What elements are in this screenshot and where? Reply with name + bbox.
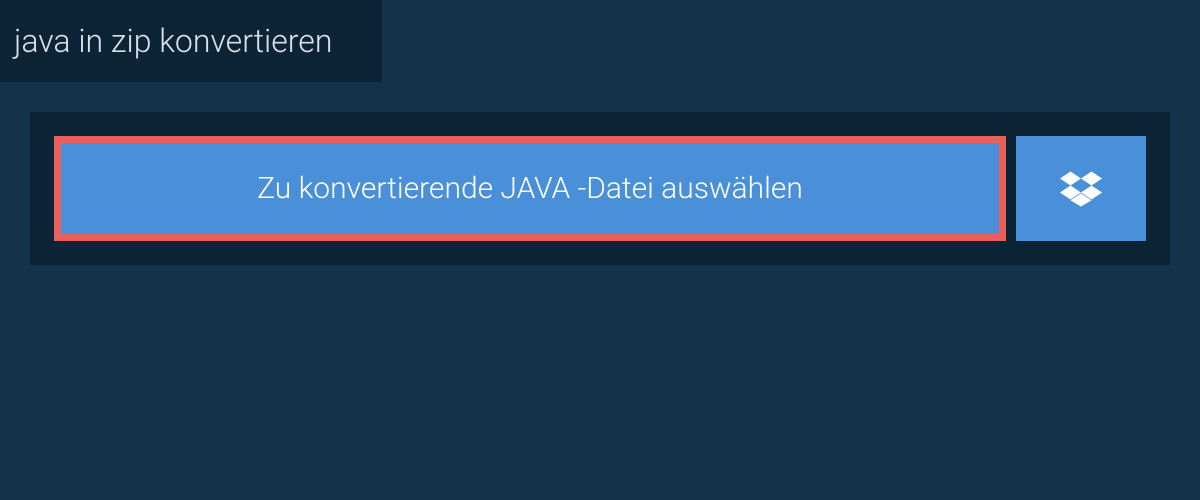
select-file-button[interactable]: Zu konvertierende JAVA -Datei auswählen bbox=[54, 136, 1006, 241]
page-title: java in zip konvertieren bbox=[14, 22, 332, 60]
dropbox-button[interactable] bbox=[1016, 136, 1146, 241]
dropbox-icon bbox=[1060, 168, 1102, 210]
upload-panel: Zu konvertierende JAVA -Datei auswählen bbox=[30, 112, 1170, 265]
page-title-tab: java in zip konvertieren bbox=[0, 0, 382, 82]
select-file-label: Zu konvertierende JAVA -Datei auswählen bbox=[257, 171, 803, 206]
